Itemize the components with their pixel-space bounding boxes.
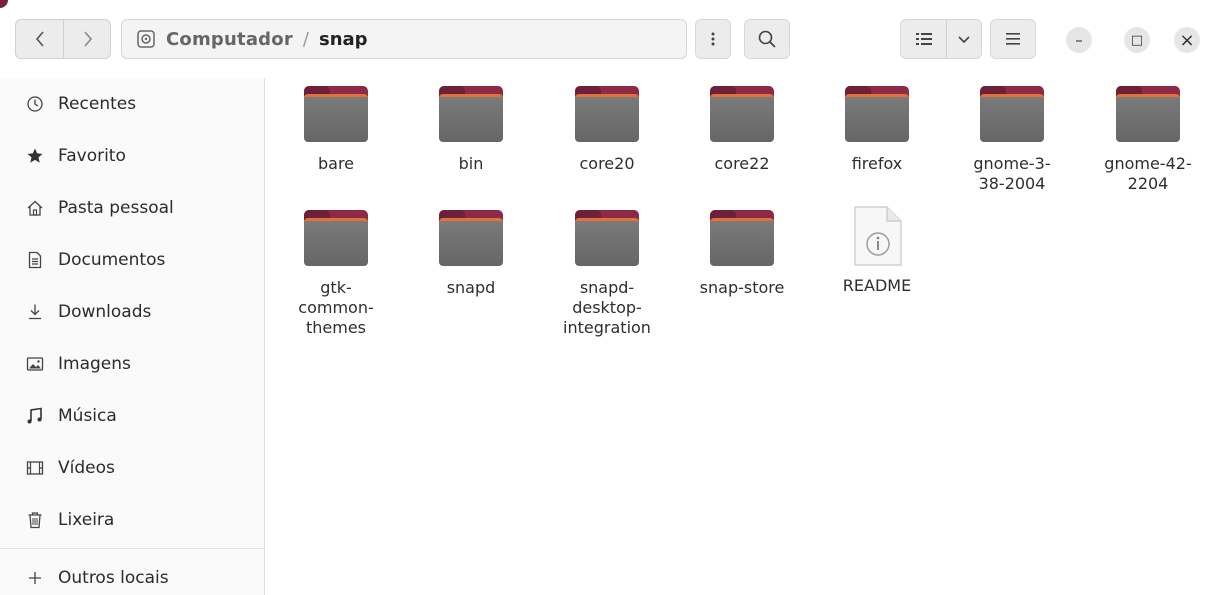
- path-root-button[interactable]: Computador: [136, 29, 293, 50]
- chevron-left-icon: [35, 31, 44, 47]
- folder-icon: [439, 86, 503, 142]
- sidebar-item-musica[interactable]: Música: [0, 394, 264, 438]
- folder-item[interactable]: gtk- common- themes: [271, 210, 401, 338]
- info-file-icon: [851, 206, 903, 266]
- sidebar-item-recentes[interactable]: Recentes: [0, 82, 264, 126]
- folder-name: gnome-42- 2204: [1104, 154, 1192, 193]
- folder-name: firefox: [851, 154, 903, 173]
- path-separator: /: [302, 28, 309, 50]
- music-icon: [25, 406, 45, 426]
- view-toggle-group: [900, 19, 982, 59]
- path-root-label: Computador: [166, 28, 293, 50]
- sidebar-item-label: Recentes: [58, 94, 137, 114]
- document-icon: [25, 250, 45, 270]
- minimize-button[interactable]: –: [1066, 27, 1092, 53]
- drive-icon: [137, 30, 155, 48]
- trash-icon: [25, 510, 45, 530]
- sidebar-item-label: Imagens: [58, 354, 131, 374]
- hamburger-menu-icon: [1006, 33, 1020, 45]
- file-name: README: [842, 276, 912, 295]
- close-button[interactable]: ×: [1174, 27, 1200, 53]
- folder-item[interactable]: bare: [271, 86, 401, 174]
- folder-item[interactable]: snap-store: [677, 210, 807, 298]
- folder-item[interactable]: core22: [677, 86, 807, 174]
- sidebar-item-pasta-pessoal[interactable]: Pasta pessoal: [0, 186, 264, 230]
- sidebar-item-label: Música: [58, 406, 117, 426]
- list-view-button[interactable]: [901, 20, 947, 58]
- search-button[interactable]: [744, 19, 790, 59]
- file-item[interactable]: README: [812, 206, 942, 296]
- plus-icon: [25, 568, 45, 588]
- sidebar-item-imagens[interactable]: Imagens: [0, 342, 264, 386]
- folder-item[interactable]: bin: [406, 86, 536, 174]
- folder-name: bin: [458, 154, 484, 173]
- folder-item[interactable]: snapd- desktop- integration: [542, 210, 672, 338]
- back-button[interactable]: [16, 20, 64, 58]
- folder-name: snapd- desktop- integration: [563, 278, 651, 337]
- home-icon: [25, 198, 45, 218]
- sidebar-item-label: Outros locais: [58, 568, 169, 588]
- folder-item[interactable]: gnome-42- 2204: [1083, 86, 1213, 194]
- folder-icon: [710, 86, 774, 142]
- folder-icon: [575, 210, 639, 266]
- sidebar-item-label: Downloads: [58, 302, 152, 322]
- folder-icon: [439, 210, 503, 266]
- folder-name: gtk- common- themes: [298, 278, 374, 337]
- folder-name: core20: [579, 154, 635, 173]
- folder-name: gnome-3- 38-2004: [973, 154, 1051, 193]
- sidebar-item-label: Vídeos: [58, 458, 115, 478]
- maximize-button[interactable]: □: [1124, 27, 1150, 53]
- folder-icon: [304, 86, 368, 142]
- folder-name: core22: [714, 154, 770, 173]
- folder-name: snap-store: [699, 278, 785, 297]
- navigation-buttons: [15, 19, 111, 59]
- sidebar-item-label: Lixeira: [58, 510, 115, 530]
- folder-icon: [1116, 86, 1180, 142]
- header-bar: Computador / snap – □ ×: [0, 0, 1218, 78]
- image-icon: [25, 354, 45, 374]
- video-icon: [25, 458, 45, 478]
- path-current-folder[interactable]: snap: [319, 29, 368, 50]
- forward-button[interactable]: [64, 20, 112, 58]
- close-icon: ×: [1179, 29, 1195, 51]
- sidebar-item-videos[interactable]: Vídeos: [0, 446, 264, 490]
- view-options-dropdown[interactable]: [947, 20, 981, 58]
- sidebar: Recentes Favorito Pasta pessoal Document…: [0, 78, 265, 595]
- chevron-right-icon: [84, 31, 93, 47]
- folder-name: bare: [317, 154, 355, 173]
- main-menu-button[interactable]: [990, 19, 1036, 59]
- clock-icon: [25, 94, 45, 114]
- folder-icon: [575, 86, 639, 142]
- sidebar-divider: [0, 548, 264, 549]
- folder-icon: [710, 210, 774, 266]
- folder-item[interactable]: gnome-3- 38-2004: [947, 86, 1077, 194]
- sidebar-item-outros-locais[interactable]: Outros locais: [0, 556, 264, 595]
- path-menu-button[interactable]: [695, 19, 731, 59]
- folder-name: snapd: [446, 278, 496, 297]
- folder-icon: [980, 86, 1044, 142]
- sidebar-item-lixeira[interactable]: Lixeira: [0, 498, 264, 542]
- path-bar[interactable]: Computador / snap: [121, 19, 687, 59]
- search-icon: [758, 30, 776, 48]
- vertical-dots-icon: [711, 32, 715, 46]
- folder-item[interactable]: firefox: [812, 86, 942, 174]
- sidebar-item-documentos[interactable]: Documentos: [0, 238, 264, 282]
- folder-icon: [845, 86, 909, 142]
- window-corner-accent: [0, 0, 8, 8]
- sidebar-item-favorito[interactable]: Favorito: [0, 134, 264, 178]
- folder-item[interactable]: core20: [542, 86, 672, 174]
- sidebar-item-label: Favorito: [58, 146, 126, 166]
- list-view-icon: [915, 33, 932, 45]
- chevron-down-icon: [958, 36, 970, 44]
- minimize-icon: –: [1075, 31, 1083, 49]
- download-icon: [25, 302, 45, 322]
- sidebar-item-label: Documentos: [58, 250, 166, 270]
- folder-icon: [304, 210, 368, 266]
- sidebar-item-downloads[interactable]: Downloads: [0, 290, 264, 334]
- file-grid: bare bin core20 core22 firefox gnome-3- …: [266, 78, 1218, 595]
- maximize-icon: □: [1130, 32, 1144, 48]
- folder-item[interactable]: snapd: [406, 210, 536, 298]
- star-icon: [25, 146, 45, 166]
- sidebar-item-label: Pasta pessoal: [58, 198, 174, 218]
